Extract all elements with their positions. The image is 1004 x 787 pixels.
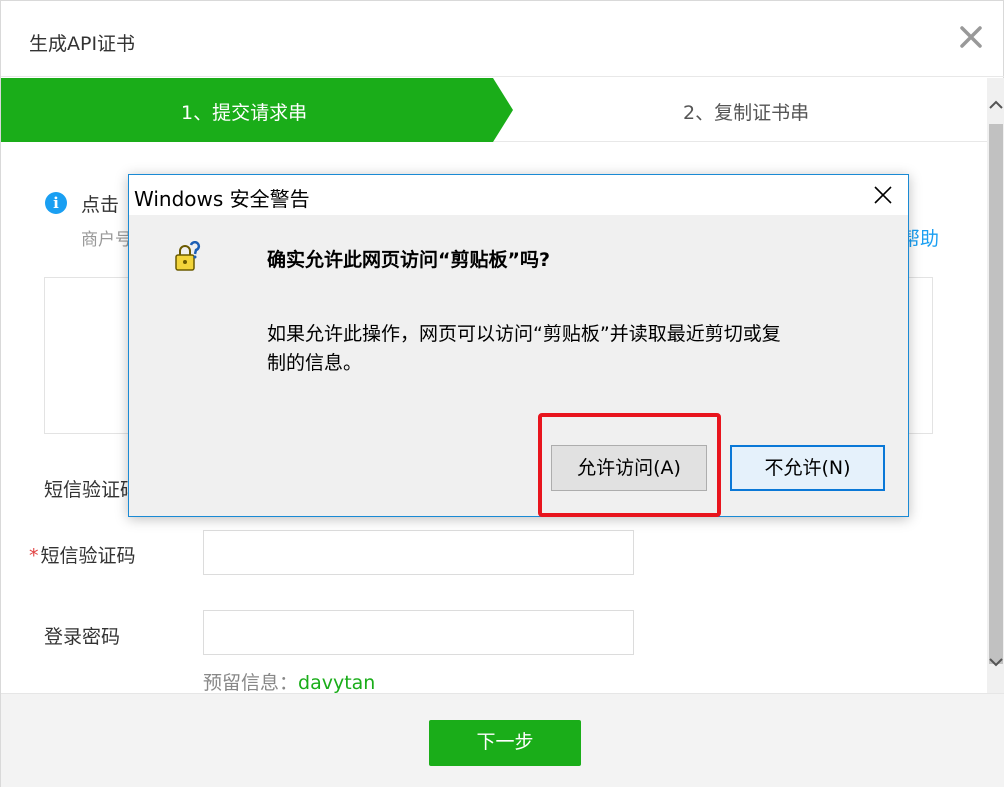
step-1-label: 1、提交请求串 xyxy=(181,102,308,124)
alert-close-icon[interactable] xyxy=(872,184,894,206)
sms-code-label: * 短信验证码 xyxy=(29,545,136,567)
required-mark: * xyxy=(29,545,39,567)
scroll-thumb[interactable] xyxy=(989,124,1003,664)
alert-title: Windows 安全警告 xyxy=(134,187,310,211)
close-icon[interactable] xyxy=(957,23,985,51)
security-warning-icon xyxy=(173,240,203,273)
deny-access-button[interactable]: 不允许(N) xyxy=(730,445,885,491)
info-icon: i xyxy=(45,192,67,214)
password-input[interactable] xyxy=(203,610,634,655)
allow-access-button[interactable]: 允许访问(A) xyxy=(551,445,707,491)
dialog-title: 生成API证书 xyxy=(29,33,136,55)
windows-security-alert: Windows 安全警告 确实允许此网页访问“剪贴板”吗? 如果允许此操作，网页… xyxy=(128,174,909,517)
reserved-info: 预留信息：davytan xyxy=(203,672,376,694)
dialog-footer: 下一步 xyxy=(1,693,1004,787)
dialog-header: 生成API证书 xyxy=(1,1,1004,77)
info-text: 点击 xyxy=(81,194,120,216)
scrollbar[interactable] xyxy=(987,78,1004,693)
alert-question: 确实允许此网页访问“剪贴板”吗? xyxy=(267,249,550,271)
alert-body: 如果允许此操作，网页可以访问“剪贴板”并读取最近剪切或复 制的信息。 xyxy=(267,323,781,374)
scroll-up-icon[interactable] xyxy=(987,96,1004,114)
next-step-button[interactable]: 下一步 xyxy=(429,720,581,766)
sms-code-label-hidden: 短信验证码 xyxy=(44,479,140,501)
password-label: 登录密码 xyxy=(44,626,121,648)
step-1: 1、提交请求串 xyxy=(1,78,513,142)
step-2-label: 2、复制证书串 xyxy=(683,102,810,124)
sms-code-input[interactable] xyxy=(203,530,634,575)
info-subtext: 商户号 xyxy=(81,230,132,250)
scroll-down-icon[interactable] xyxy=(987,653,1004,671)
alert-titlebar: Windows 安全警告 xyxy=(129,175,908,215)
step-progress: 1、提交请求串 2、复制证书串 xyxy=(1,78,987,142)
